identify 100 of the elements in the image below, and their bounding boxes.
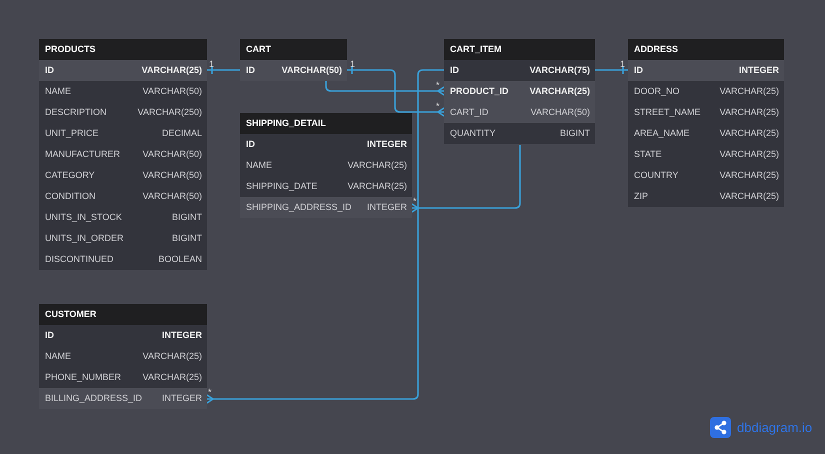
field-type: BIGINT (172, 211, 202, 224)
table-header[interactable]: ADDRESS (628, 39, 784, 60)
field-type: BOOLEAN (158, 253, 202, 266)
cardinality-label: * (436, 101, 440, 111)
field-name: ID (634, 64, 643, 77)
field-type: INTEGER (162, 329, 202, 342)
field-type: VARCHAR(25) (720, 127, 779, 140)
field-name: UNITS_IN_ORDER (45, 232, 124, 245)
table-field-row[interactable]: CART_ID VARCHAR(50) (444, 102, 595, 123)
table-field-row[interactable]: BILLING_ADDRESS_ID INTEGER (39, 388, 207, 409)
field-name: UNITS_IN_STOCK (45, 211, 122, 224)
table-field-row[interactable]: PHONE_NUMBER VARCHAR(25) (39, 367, 207, 388)
field-type: INTEGER (738, 64, 779, 77)
table-field-row[interactable]: SHIPPING_ADDRESS_ID INTEGER (240, 197, 412, 218)
table-header[interactable]: CART (240, 39, 347, 60)
field-name: STATE (634, 148, 662, 161)
table-field-row[interactable]: UNITS_IN_STOCK BIGINT (39, 207, 207, 228)
table-field-row[interactable]: AREA_NAME VARCHAR(25) (628, 123, 784, 144)
field-name: CART_ID (450, 106, 488, 119)
field-type: VARCHAR(50) (142, 169, 202, 182)
table-field-row[interactable]: UNIT_PRICE DECIMAL (39, 123, 207, 144)
field-name: SHIPPING_DATE (246, 180, 318, 193)
field-type: VARCHAR(25) (720, 85, 779, 98)
field-name: NAME (246, 159, 272, 172)
field-type: INTEGER (366, 138, 407, 151)
field-type: VARCHAR(25) (348, 180, 407, 193)
field-name: PRODUCT_ID (450, 85, 509, 98)
table-field-row[interactable]: ID INTEGER (240, 134, 412, 155)
field-name: ID (246, 138, 255, 151)
field-type: VARCHAR(25) (142, 371, 202, 384)
table-field-row[interactable]: PRODUCT_ID VARCHAR(25) (444, 81, 595, 102)
table-field-row[interactable]: STATE VARCHAR(25) (628, 144, 784, 165)
field-type: VARCHAR(25) (530, 85, 590, 98)
field-type: VARCHAR(25) (720, 106, 779, 119)
cardinality-label: * (436, 80, 440, 90)
table-field-row[interactable]: UNITS_IN_ORDER BIGINT (39, 228, 207, 249)
table-field-row[interactable]: NAME VARCHAR(25) (240, 155, 412, 176)
table-field-row[interactable]: DOOR_NO VARCHAR(25) (628, 81, 784, 102)
field-name: DOOR_NO (634, 85, 680, 98)
relationship-line (595, 66, 628, 74)
field-name: CATEGORY (45, 169, 95, 182)
field-type: DECIMAL (162, 127, 202, 140)
field-name: STREET_NAME (634, 106, 701, 119)
field-name: ID (45, 64, 54, 77)
field-type: INTEGER (366, 201, 407, 214)
field-type: VARCHAR(25) (142, 350, 202, 363)
field-name: CONDITION (45, 190, 96, 203)
table-field-row[interactable]: ID INTEGER (39, 325, 207, 346)
field-type: VARCHAR(25) (142, 64, 202, 77)
field-name: MANUFACTURER (45, 148, 120, 161)
table-field-row[interactable]: SHIPPING_DATE VARCHAR(25) (240, 176, 412, 197)
field-name: DISCONTINUED (45, 253, 114, 266)
table-field-row[interactable]: DISCONTINUED BOOLEAN (39, 249, 207, 270)
field-name: ZIP (634, 190, 648, 203)
table-field-row[interactable]: COUNTRY VARCHAR(25) (628, 165, 784, 186)
field-type: BIGINT (560, 127, 590, 140)
field-name: ID (246, 64, 255, 77)
table-field-row[interactable]: MANUFACTURER VARCHAR(50) (39, 144, 207, 165)
table-header[interactable]: SHIPPING_DETAIL (240, 113, 412, 134)
field-type: BIGINT (172, 232, 202, 245)
table-field-row[interactable]: NAME VARCHAR(50) (39, 81, 207, 102)
field-type: VARCHAR(25) (720, 190, 779, 203)
field-name: COUNTRY (634, 169, 678, 182)
field-type: VARCHAR(50) (142, 85, 202, 98)
field-type: VARCHAR(50) (142, 190, 202, 203)
field-name: AREA_NAME (634, 127, 690, 140)
table-header[interactable]: CUSTOMER (39, 304, 207, 325)
field-type: VARCHAR(250) (138, 106, 202, 119)
table-field-row[interactable]: DESCRIPTION VARCHAR(250) (39, 102, 207, 123)
cardinality-label: * (413, 196, 417, 206)
table-field-row[interactable]: STREET_NAME VARCHAR(25) (628, 102, 784, 123)
table-field-row[interactable]: ZIP VARCHAR(25) (628, 186, 784, 207)
cardinality-label: 1 (350, 59, 356, 69)
field-type: VARCHAR(50) (142, 148, 202, 161)
table-header[interactable]: CART_ITEM (444, 39, 595, 60)
field-name: DESCRIPTION (45, 106, 107, 119)
cardinality-label: 1 (620, 59, 626, 69)
table-field-row[interactable]: QUANTITY BIGINT (444, 123, 595, 144)
field-type: VARCHAR(25) (720, 169, 779, 182)
table-header[interactable]: PRODUCTS (39, 39, 207, 60)
share-logo-icon (710, 417, 731, 438)
table-field-row[interactable]: NAME VARCHAR(25) (39, 346, 207, 367)
table-field-row[interactable]: CATEGORY VARCHAR(50) (39, 165, 207, 186)
field-name: QUANTITY (450, 127, 496, 140)
table-field-row[interactable]: ID VARCHAR(75) (444, 60, 595, 81)
field-name: NAME (45, 85, 72, 98)
field-type: VARCHAR(75) (530, 64, 590, 77)
cardinality-label: * (208, 387, 212, 397)
field-type: INTEGER (162, 392, 202, 405)
field-type: VARCHAR(25) (720, 148, 779, 161)
field-type: VARCHAR(50) (530, 106, 590, 119)
table-field-row[interactable]: ID INTEGER (628, 60, 784, 81)
field-name: PHONE_NUMBER (45, 371, 122, 384)
table-field-row[interactable]: ID VARCHAR(50) (240, 60, 347, 81)
field-name: SHIPPING_ADDRESS_ID (246, 201, 352, 214)
table-field-row[interactable]: CONDITION VARCHAR(50) (39, 186, 207, 207)
field-type: VARCHAR(25) (348, 159, 407, 172)
table-field-row[interactable]: ID VARCHAR(25) (39, 60, 207, 81)
field-name: NAME (45, 350, 72, 363)
field-type: VARCHAR(50) (282, 64, 342, 77)
